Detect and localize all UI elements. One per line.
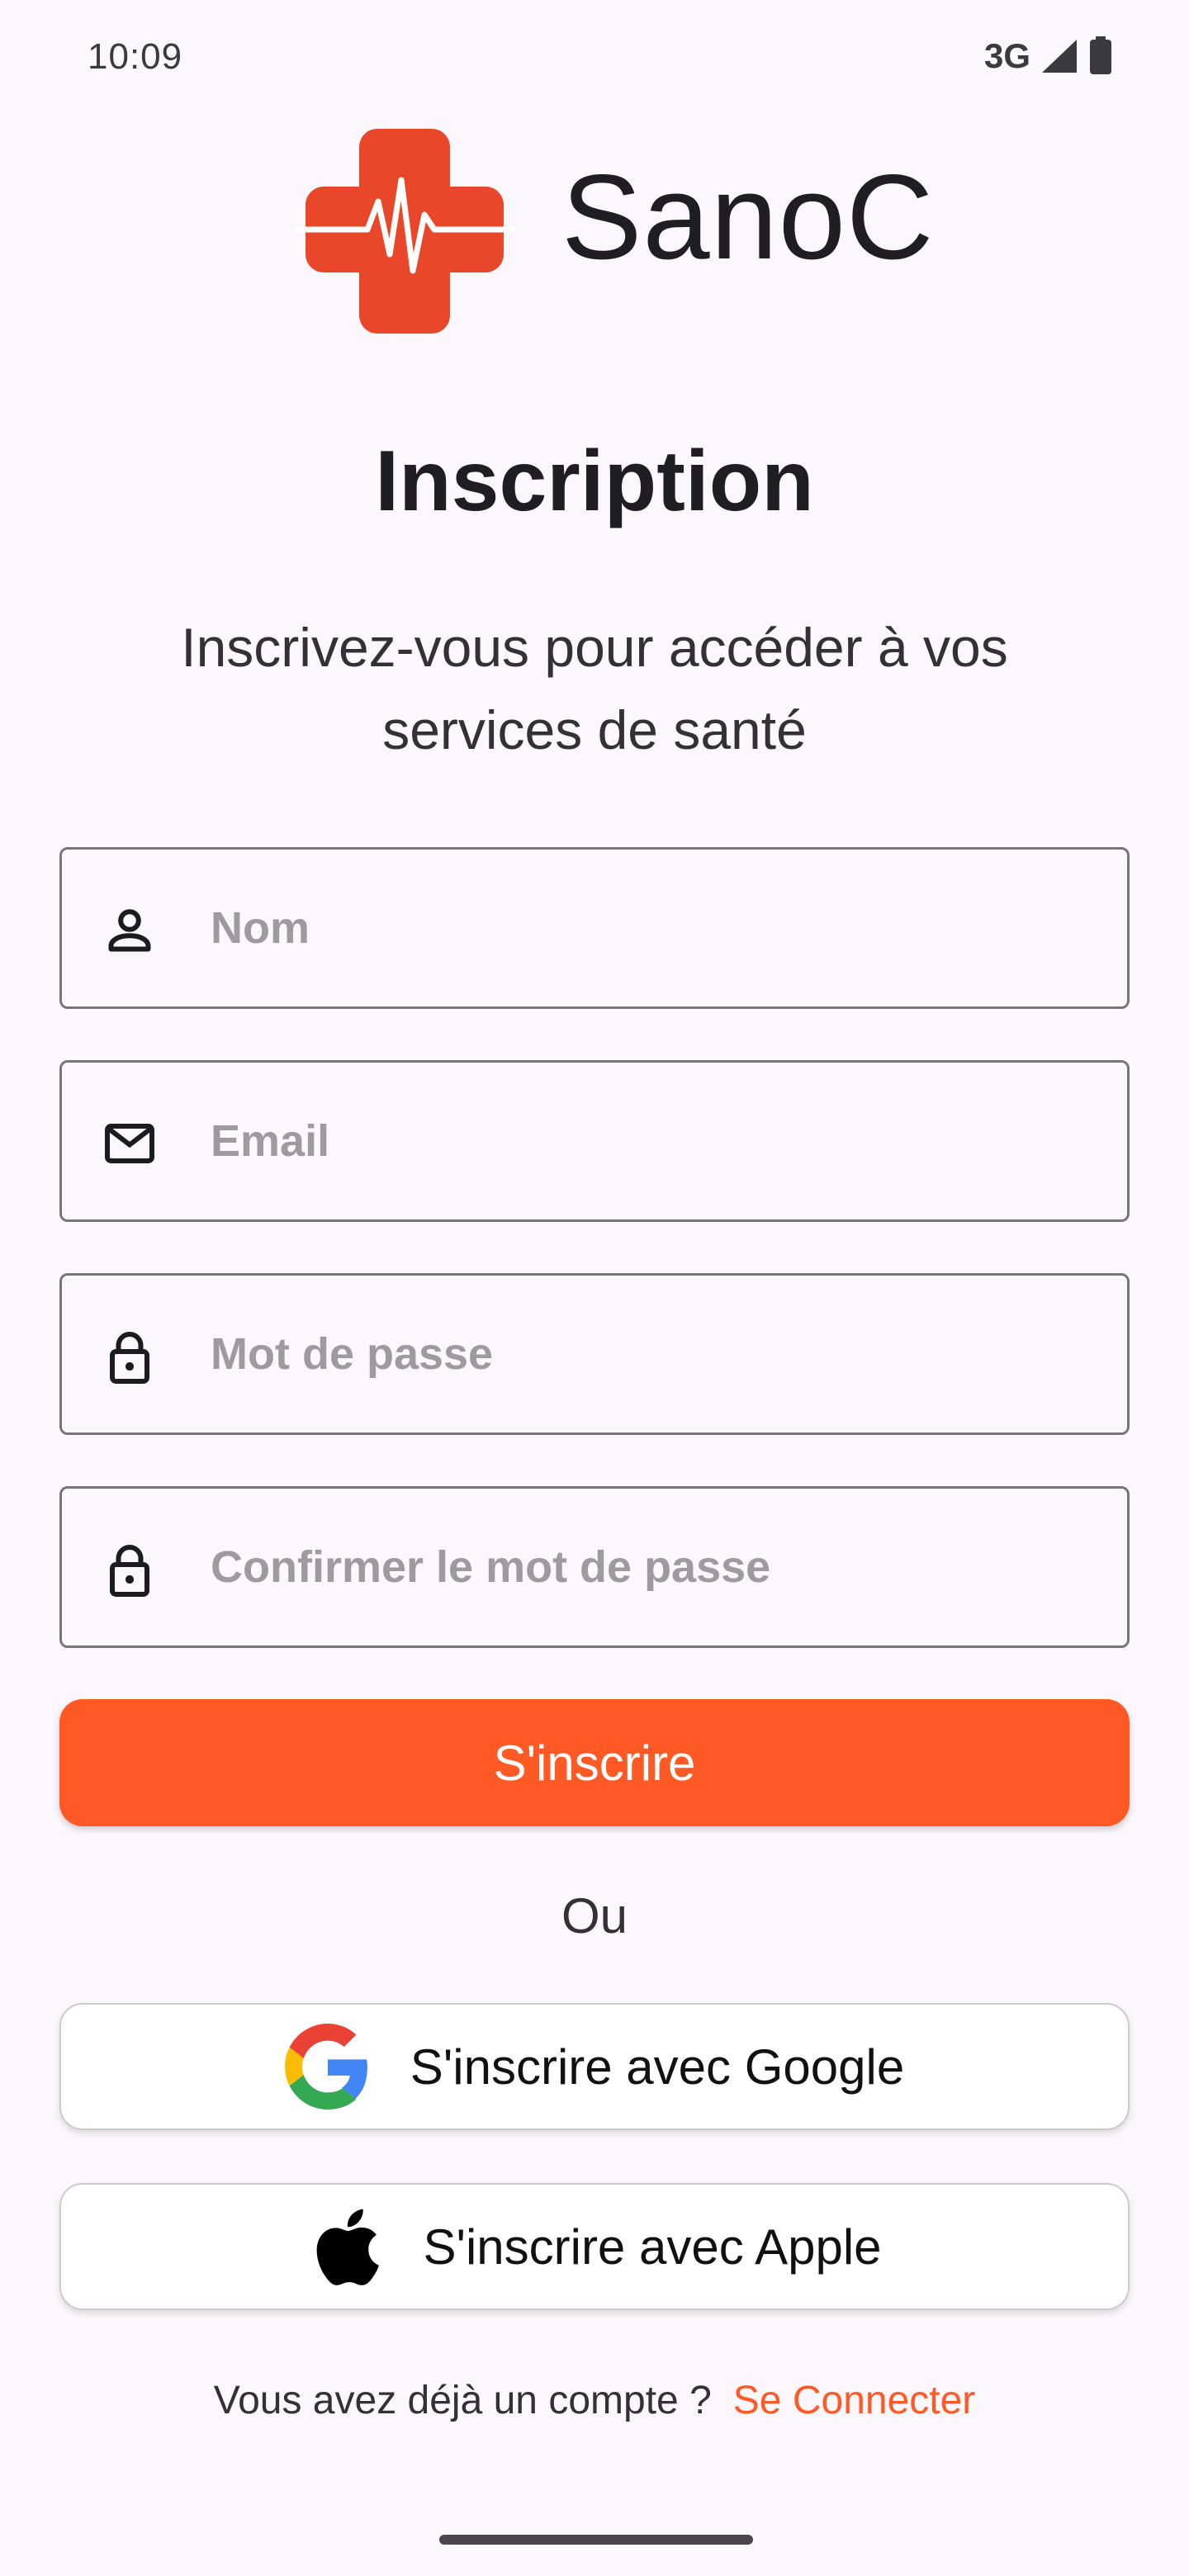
status-indicators: 3G [984, 36, 1113, 76]
lock-icon [110, 1332, 149, 1384]
google-icon [284, 2024, 367, 2110]
confirm-password-field[interactable] [59, 1486, 1130, 1648]
email-field[interactable] [59, 1060, 1130, 1222]
apple-signup-label: S'inscrire avec Apple [423, 2218, 882, 2275]
login-link[interactable]: Se Connecter [733, 2379, 976, 2422]
name-input[interactable] [211, 850, 1102, 1006]
login-prompt-text: Vous avez déjà un compte ? [213, 2379, 712, 2422]
home-indicator[interactable] [439, 2535, 753, 2545]
status-bar: 10:09 3G [0, 0, 1189, 116]
apple-signup-button[interactable]: S'inscrire avec Apple [59, 2183, 1130, 2310]
apple-icon [317, 2209, 380, 2285]
person-icon [108, 909, 151, 952]
signal-icon [1042, 40, 1077, 73]
google-signup-label: S'inscrire avec Google [410, 2039, 905, 2095]
mail-icon [105, 1124, 154, 1163]
divider-text: Ou [561, 1888, 628, 1944]
medical-cross-icon [292, 129, 517, 334]
app-logo: SanoC [289, 122, 933, 337]
network-type: 3G [983, 36, 1030, 75]
lock-icon [110, 1545, 149, 1597]
password-field[interactable] [59, 1273, 1130, 1435]
confirm-password-input[interactable] [211, 1489, 1102, 1646]
password-input[interactable] [211, 1276, 1102, 1432]
google-signup-button[interactable]: S'inscrire avec Google [59, 2003, 1130, 2130]
signup-button[interactable]: S'inscrire [59, 1699, 1130, 1826]
page-subtitle: Inscrivez-vous pour accéder à vos servic… [181, 617, 1008, 760]
name-field[interactable] [59, 847, 1130, 1009]
email-input[interactable] [211, 1063, 1102, 1219]
battery-icon [1090, 36, 1111, 74]
brand-name: SanoC [561, 149, 935, 284]
status-time: 10:09 [88, 36, 183, 77]
page-title: Inscription [375, 433, 814, 529]
login-prompt: Vous avez déjà un compte ? Se Connecter [0, 2378, 1189, 2423]
